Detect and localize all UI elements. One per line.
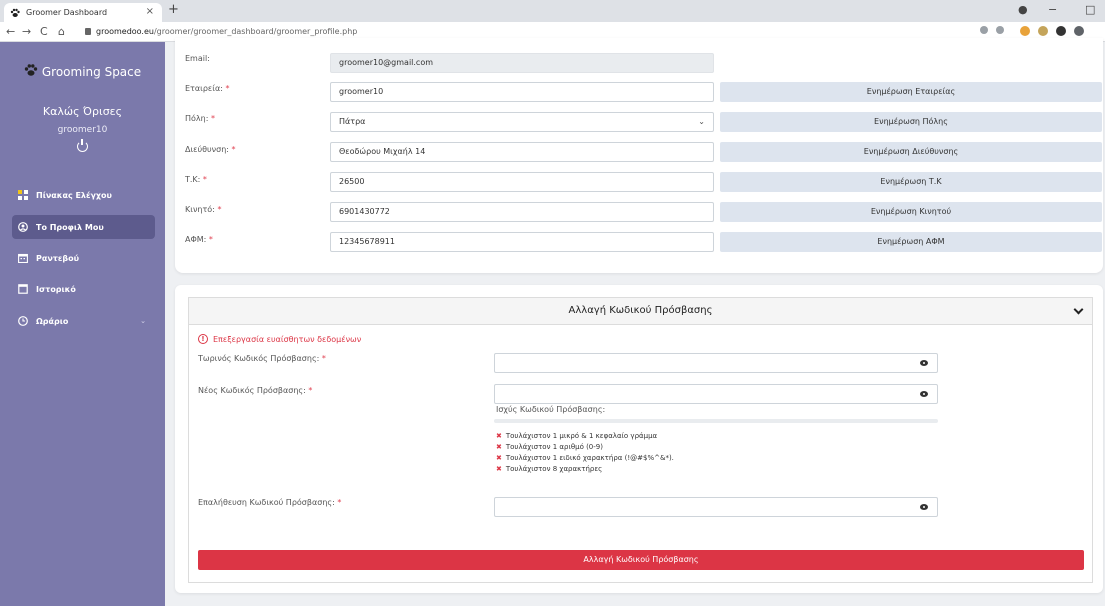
zip-input[interactable]: 26500 <box>330 172 714 192</box>
afm-input[interactable]: 12345678911 <box>330 232 714 252</box>
zoom-icon[interactable] <box>980 26 988 34</box>
extension-icon[interactable] <box>1020 26 1030 36</box>
account-icon[interactable] <box>1074 26 1084 36</box>
update-city-button[interactable]: Ενημέρωση Πόλης <box>720 112 1102 132</box>
back-button[interactable]: ← <box>6 25 15 38</box>
maximize-button[interactable]: □ <box>1085 3 1095 16</box>
browser-tab-bar: Groomer Dashboard × + ● − □ <box>0 0 1105 22</box>
accordion-header[interactable]: Αλλαγή Κωδικού Πρόσβασης <box>189 298 1092 325</box>
user-circle-icon <box>18 222 28 232</box>
update-address-button[interactable]: Ενημέρωση Διεύθυνσης <box>720 142 1102 162</box>
update-afm-button[interactable]: Ενημέρωση ΑΦΜ <box>720 232 1102 252</box>
password-requirements: ✖ Τουλάχιστον 1 μικρό & 1 κεφαλαίο γράμμα… <box>496 431 674 475</box>
address-input[interactable]: Θεοδώρου Μιχαήλ 14 <box>330 142 714 162</box>
mobile-input[interactable]: 6901430772 <box>330 202 714 222</box>
extensions-puzzle-icon[interactable] <box>1056 26 1066 36</box>
list-item: ✖ Τουλάχιστον 1 μικρό & 1 κεφαλαίο γράμμα <box>496 432 658 440</box>
brand-name: Grooming Space <box>41 65 142 79</box>
x-icon: ✖ <box>496 454 502 462</box>
sensitive-data-warning: ! Επεξεργασία ευαίσθητων δεδομένων <box>198 334 361 344</box>
city-select[interactable]: Πάτρα ⌄ <box>330 112 714 132</box>
address-label: Διεύθυνση: * <box>185 145 236 154</box>
current-password-input[interactable] <box>494 353 938 373</box>
calendar-icon <box>18 253 28 263</box>
logout-power-icon[interactable] <box>77 139 88 152</box>
update-mobile-button[interactable]: Ενημέρωση Κινητού <box>720 202 1102 222</box>
sidebar-item-label: Το Προφιλ Μου <box>36 222 104 232</box>
username: groomer10 <box>57 125 108 135</box>
paw-favicon-icon <box>10 8 20 17</box>
city-label: Πόλη: * <box>185 114 215 123</box>
history-icon <box>18 284 28 294</box>
sidebar-item-label: Ωράριο <box>36 316 69 326</box>
list-item: ✖ Τουλάχιστον 1 ειδικό χαρακτήρα (!@#$%^&… <box>496 454 674 462</box>
url-path: /groomer/groomer_dashboard/groomer_profi… <box>153 27 358 36</box>
confirm-password-label: Επαλήθευση Κωδικού Πρόσβασης: * <box>198 498 342 507</box>
profile-card: Email: groomer10@gmail.com Εταιρεία: * g… <box>175 38 1103 273</box>
confirm-password-input[interactable] <box>494 497 938 517</box>
company-label: Εταιρεία: * <box>185 84 230 93</box>
sidebar-item-label: Πίνακας Ελέγχου <box>36 190 112 200</box>
current-password-label: Τωρινός Κωδικός Πρόσβασης: * <box>198 354 326 363</box>
extension-icon[interactable] <box>1038 26 1048 36</box>
welcome-text: Καλώς Όρισες <box>42 105 123 118</box>
strength-meter <box>494 419 938 423</box>
email-field: groomer10@gmail.com <box>330 53 714 73</box>
dashboard-icon <box>18 190 28 200</box>
sidebar-item-label: Ραντεβού <box>36 253 79 263</box>
sidebar-item-appointments[interactable]: Ραντεβού <box>18 246 158 270</box>
tab-title: Groomer Dashboard <box>26 8 108 17</box>
sidebar-item-label: Ιστορικό <box>36 284 76 294</box>
zip-label: Τ.Κ: * <box>185 175 207 184</box>
sidebar-item-schedule[interactable]: Ωράριο ⌄ <box>18 309 158 333</box>
update-company-button[interactable]: Ενημέρωση Εταιρείας <box>720 82 1102 102</box>
new-password-label: Νέος Κωδικός Πρόσβασης: * <box>198 386 313 395</box>
change-password-button[interactable]: Αλλαγή Κωδικού Πρόσβασης <box>198 550 1084 570</box>
lock-icon <box>85 28 91 35</box>
email-label: Email: <box>185 54 210 63</box>
eye-icon[interactable] <box>920 504 928 510</box>
chevron-down-icon[interactable]: ⌄ <box>140 317 146 325</box>
minimize-button[interactable]: − <box>1048 3 1057 16</box>
alert-circle-icon: ! <box>198 334 208 344</box>
password-accordion: Αλλαγή Κωδικού Πρόσβασης ! Επεξεργασία ε… <box>188 297 1093 583</box>
x-icon: ✖ <box>496 465 502 473</box>
bookmark-star-icon[interactable] <box>996 26 1004 34</box>
forward-button[interactable]: → <box>22 25 31 38</box>
x-icon: ✖ <box>496 443 502 451</box>
new-password-input[interactable] <box>494 384 938 404</box>
password-card: Αλλαγή Κωδικού Πρόσβασης ! Επεξεργασία ε… <box>175 285 1103 593</box>
afm-label: ΑΦΜ: * <box>185 235 213 244</box>
sidebar-item-history[interactable]: Ιστορικό <box>18 277 158 301</box>
strength-label: Ισχύς Κωδικού Πρόσβασης: <box>496 405 606 414</box>
sidebar: Grooming Space Καλώς Όρισες groomer10 Πί… <box>0 42 165 606</box>
list-item: ✖ Τουλάχιστον 1 αριθμό (0-9) <box>496 443 603 451</box>
new-tab-button[interactable]: + <box>168 2 179 17</box>
x-icon: ✖ <box>496 432 502 440</box>
list-item: ✖ Τουλάχιστον 8 χαρακτήρες <box>496 465 603 473</box>
clock-icon <box>18 316 28 326</box>
eye-icon[interactable] <box>920 360 928 366</box>
eye-icon[interactable] <box>920 391 928 397</box>
chevron-down-icon: ⌄ <box>698 117 705 126</box>
warning-text: Επεξεργασία ευαίσθητων δεδομένων <box>213 334 362 344</box>
brand[interactable]: Grooming Space <box>0 64 165 79</box>
home-button[interactable]: ⌂ <box>58 25 65 38</box>
browser-tab[interactable]: Groomer Dashboard × <box>4 3 162 22</box>
sidebar-item-profile[interactable]: Το Προφιλ Μου <box>12 215 155 239</box>
update-zip-button[interactable]: Ενημέρωση Τ.Κ <box>720 172 1102 192</box>
sidebar-item-dashboard[interactable]: Πίνακας Ελέγχου <box>18 183 158 207</box>
url-domain: groomedoo.eu <box>96 27 154 36</box>
tab-close-icon[interactable]: × <box>146 6 154 17</box>
mobile-label: Κινητό: * <box>185 205 222 214</box>
accordion-title: Αλλαγή Κωδικού Πρόσβασης <box>568 305 713 316</box>
reload-button[interactable]: C <box>40 25 48 38</box>
url-field[interactable]: groomedoo.eu/groomer/groomer_dashboard/g… <box>85 25 357 39</box>
company-input[interactable]: groomer10 <box>330 82 714 102</box>
paw-icon <box>24 64 38 76</box>
browser-profile-icon[interactable]: ● <box>1018 3 1028 16</box>
